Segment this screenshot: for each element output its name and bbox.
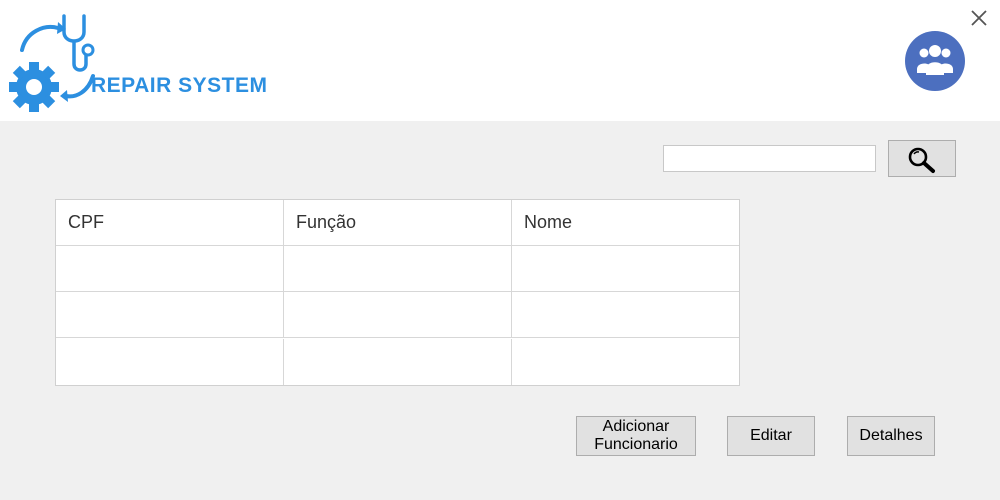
users-group-icon [917, 45, 953, 75]
table-cell[interactable] [56, 292, 284, 337]
search-input[interactable] [663, 145, 876, 172]
table-cell[interactable] [284, 292, 512, 337]
column-header-cpf[interactable]: CPF [56, 200, 284, 245]
header-bar: REPAIR SYSTEM [0, 0, 1000, 121]
table-cell[interactable] [512, 246, 739, 291]
table-row[interactable] [56, 246, 739, 292]
close-icon [971, 10, 987, 26]
close-button[interactable] [966, 6, 992, 32]
add-employee-button[interactable]: Adicionar Funcionario [576, 416, 696, 456]
table-cell[interactable] [56, 246, 284, 291]
edit-button[interactable]: Editar [727, 416, 815, 456]
table-cell[interactable] [284, 246, 512, 291]
table-cell[interactable] [512, 339, 739, 385]
add-employee-label-line1: Adicionar [602, 418, 670, 435]
add-employee-label-line2: Funcionario [594, 436, 678, 453]
table-cell[interactable] [284, 339, 512, 385]
table-cell[interactable] [512, 292, 739, 337]
search-button[interactable] [888, 140, 956, 177]
app-logo: REPAIR SYSTEM [8, 10, 288, 115]
table-row[interactable] [56, 292, 739, 338]
employees-table[interactable]: CPF Função Nome [55, 199, 740, 386]
table-row[interactable] [56, 339, 739, 385]
table-cell[interactable] [56, 339, 284, 385]
users-button[interactable] [905, 31, 965, 91]
app-title: REPAIR SYSTEM [91, 74, 268, 97]
stethoscope-gear-logo-icon [9, 14, 95, 112]
details-button[interactable]: Detalhes [847, 416, 935, 456]
column-header-funcao[interactable]: Função [284, 200, 512, 245]
search-icon [908, 147, 935, 173]
table-header-row: CPF Função Nome [56, 200, 739, 246]
column-header-nome[interactable]: Nome [512, 200, 739, 245]
